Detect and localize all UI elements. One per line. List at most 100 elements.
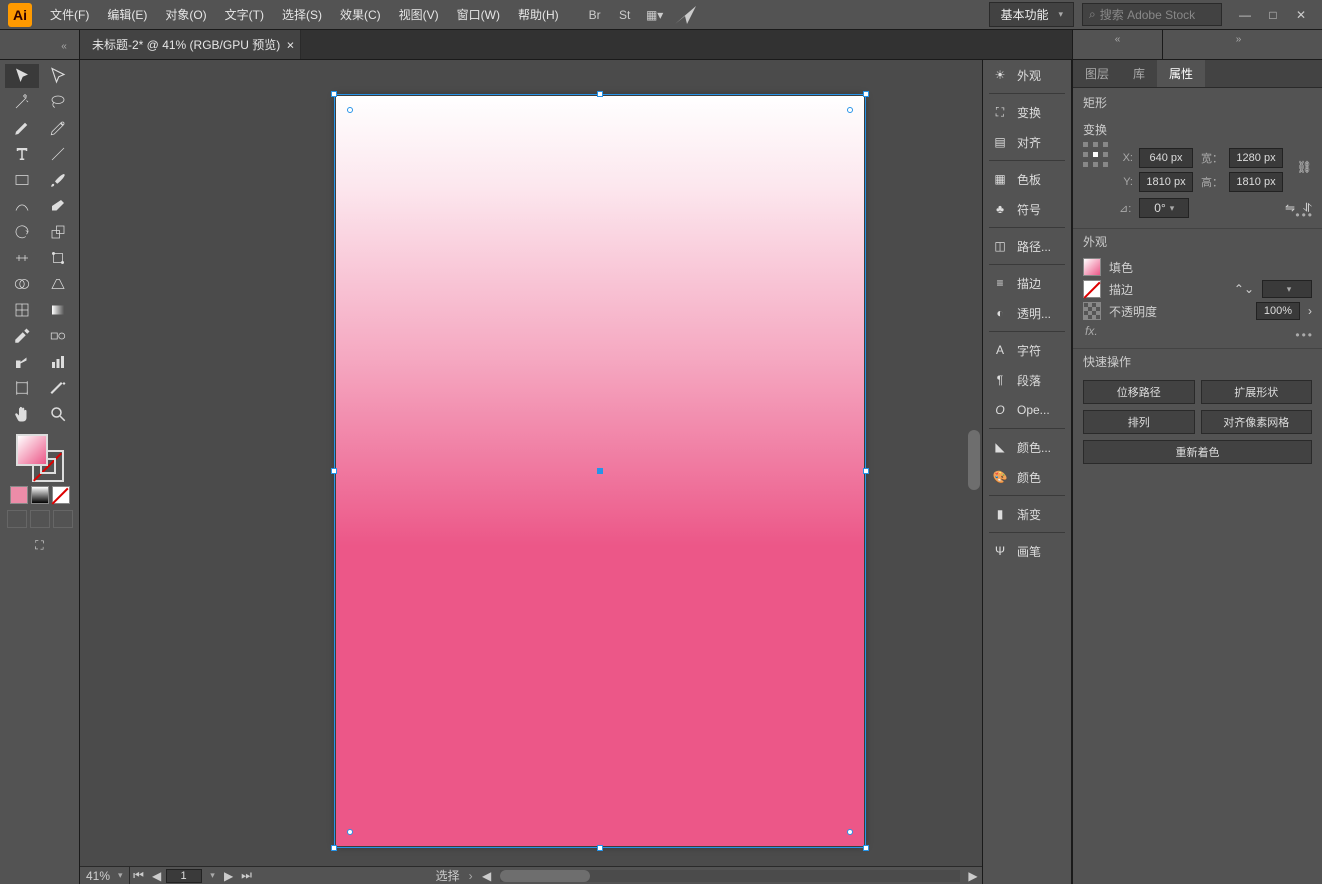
menu-type[interactable]: 文字(T) <box>217 2 272 27</box>
stroke-weight-dropdown[interactable] <box>1262 280 1312 298</box>
collapse-toolbox-icon[interactable]: « <box>57 37 71 52</box>
type-tool[interactable] <box>5 142 39 166</box>
panel-opentype[interactable]: OOpe... <box>983 395 1071 425</box>
collapse-props-icon[interactable]: » <box>1163 30 1322 59</box>
resize-handle[interactable] <box>331 91 337 97</box>
close-button[interactable]: ✕ <box>1288 6 1314 24</box>
artboard-nav-dropdown[interactable] <box>202 868 220 884</box>
panel-gradient[interactable]: ▮渐变 <box>983 499 1071 529</box>
zoom-tool[interactable] <box>41 402 75 426</box>
fill-stroke-control[interactable] <box>16 434 64 482</box>
gradient-mode-swatch[interactable] <box>31 486 49 504</box>
tab-libraries[interactable]: 库 <box>1121 60 1157 87</box>
canvas-area[interactable]: 41% ⏮ ◀ ▶ ⏭ 选择 ◀ ▶ <box>80 60 982 884</box>
menu-file[interactable]: 文件(F) <box>42 2 97 27</box>
stroke-weight-stepper[interactable]: ⌃⌄ <box>1234 282 1254 296</box>
height-input[interactable] <box>1229 172 1283 192</box>
corner-anchor[interactable] <box>847 829 853 835</box>
color-mode-swatch[interactable] <box>10 486 28 504</box>
draw-normal[interactable] <box>7 510 27 528</box>
width-tool[interactable] <box>5 246 39 270</box>
shaper-tool[interactable] <box>5 194 39 218</box>
mesh-tool[interactable] <box>5 298 39 322</box>
resize-handle[interactable] <box>331 845 337 851</box>
slice-tool[interactable] <box>41 376 75 400</box>
direct-selection-tool[interactable] <box>41 64 75 88</box>
hand-tool[interactable] <box>5 402 39 426</box>
corner-anchor[interactable] <box>847 107 853 113</box>
gradient-tool[interactable] <box>41 298 75 322</box>
collapse-midstrip-icon[interactable]: « <box>1073 30 1163 59</box>
panel-appearance[interactable]: ☀外观 <box>983 60 1071 90</box>
align-pixel-button[interactable]: 对齐像素网格 <box>1201 410 1313 434</box>
appearance-more-icon[interactable]: ••• <box>1295 328 1314 342</box>
eyedropper-tool[interactable] <box>5 324 39 348</box>
curvature-tool[interactable] <box>41 116 75 140</box>
fill-swatch[interactable] <box>16 434 48 466</box>
none-mode-swatch[interactable] <box>52 486 70 504</box>
menu-window[interactable]: 窗口(W) <box>449 2 508 27</box>
corner-anchor[interactable] <box>347 829 353 835</box>
arrange-button[interactable]: 排列 <box>1083 410 1195 434</box>
flip-horizontal-icon[interactable]: ⇋ <box>1285 201 1295 215</box>
x-input[interactable] <box>1139 148 1193 168</box>
opacity-input[interactable] <box>1256 302 1300 320</box>
tab-properties[interactable]: 属性 <box>1157 60 1205 87</box>
last-artboard-button[interactable]: ⏭ <box>238 868 256 884</box>
panel-color[interactable]: 🎨颜色 <box>983 462 1071 492</box>
menu-effect[interactable]: 效果(C) <box>332 2 389 27</box>
menu-select[interactable]: 选择(S) <box>274 2 330 27</box>
screen-mode-button[interactable]: ⛶ <box>27 536 53 554</box>
maximize-button[interactable]: □ <box>1260 6 1286 24</box>
artboard-tool[interactable] <box>5 376 39 400</box>
symbol-sprayer-tool[interactable] <box>5 350 39 374</box>
resize-handle[interactable] <box>863 468 869 474</box>
panel-symbols[interactable]: ♣符号 <box>983 194 1071 224</box>
stock-search-input[interactable]: ⌕ 搜索 Adobe Stock <box>1082 3 1222 26</box>
tab-layers[interactable]: 图层 <box>1073 60 1121 87</box>
draw-inside[interactable] <box>53 510 73 528</box>
stroke-swatch-prop[interactable] <box>1083 280 1101 298</box>
magic-wand-tool[interactable] <box>5 90 39 114</box>
minimize-button[interactable]: ― <box>1232 6 1258 24</box>
panel-swatches[interactable]: ▦色板 <box>983 164 1071 194</box>
status-menu-button[interactable] <box>460 868 478 884</box>
rectangle-tool[interactable] <box>5 168 39 192</box>
transform-more-icon[interactable]: ••• <box>1295 208 1314 222</box>
bridge-icon[interactable]: Br <box>583 3 607 27</box>
hscroll-right-button[interactable]: ▶ <box>964 868 982 884</box>
document-tab[interactable]: 未标题-2* @ 41% (RGB/GPU 预览) × <box>80 30 301 59</box>
workspace-dropdown[interactable]: 基本功能 <box>989 2 1074 27</box>
width-input[interactable] <box>1229 148 1283 168</box>
panel-transparency[interactable]: ◐透明... <box>983 298 1071 328</box>
line-tool[interactable] <box>41 142 75 166</box>
free-transform-tool[interactable] <box>41 246 75 270</box>
panel-paragraph[interactable]: ¶段落 <box>983 365 1071 395</box>
expand-shape-button[interactable]: 扩展形状 <box>1201 380 1313 404</box>
fill-swatch-prop[interactable] <box>1083 258 1101 276</box>
panel-pathfinder[interactable]: ◫路径... <box>983 231 1071 261</box>
panel-align[interactable]: ▤对齐 <box>983 127 1071 157</box>
rotate-tool[interactable] <box>5 220 39 244</box>
first-artboard-button[interactable]: ⏮ <box>130 868 148 884</box>
artboard-number-input[interactable] <box>166 869 202 883</box>
fx-button[interactable]: fx. <box>1083 324 1312 338</box>
resize-handle[interactable] <box>863 845 869 851</box>
zoom-dropdown[interactable]: 41% <box>80 867 130 884</box>
horizontal-scrollbar[interactable] <box>500 870 960 882</box>
link-wh-icon[interactable]: ⛓ <box>1297 160 1312 174</box>
selection-tool[interactable] <box>5 64 39 88</box>
menu-edit[interactable]: 编辑(E) <box>99 2 155 27</box>
resize-handle[interactable] <box>597 845 603 851</box>
perspective-tool[interactable] <box>41 272 75 296</box>
shape-builder-tool[interactable] <box>5 272 39 296</box>
next-artboard-button[interactable]: ▶ <box>220 868 238 884</box>
vertical-scrollbar[interactable] <box>966 60 982 866</box>
graph-tool[interactable] <box>41 350 75 374</box>
eraser-tool[interactable] <box>41 194 75 218</box>
panel-transform[interactable]: ⛶变换 <box>983 97 1071 127</box>
paintbrush-tool[interactable] <box>41 168 75 192</box>
blend-tool[interactable] <box>41 324 75 348</box>
resize-handle[interactable] <box>597 91 603 97</box>
y-input[interactable] <box>1139 172 1193 192</box>
